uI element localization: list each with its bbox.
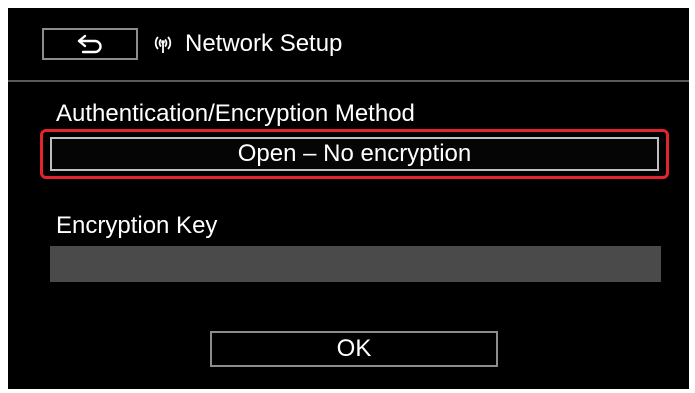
- header-bar: Network Setup: [8, 8, 689, 80]
- page-title: Network Setup: [185, 30, 343, 57]
- encryption-key-field: [50, 246, 661, 282]
- return-arrow-icon: [77, 34, 102, 54]
- header-divider: [8, 80, 689, 82]
- back-button[interactable]: [42, 28, 138, 60]
- ok-button-label: OK: [336, 335, 372, 362]
- encryption-key-label: Encryption Key: [56, 212, 218, 239]
- auth-method-field[interactable]: Open – No encryption: [50, 137, 659, 171]
- auth-method-value: Open – No encryption: [237, 140, 472, 167]
- auth-method-label: Authentication/Encryption Method: [56, 100, 415, 127]
- camera-screen: Network Setup Authentication/Encryption …: [8, 8, 689, 389]
- ok-button[interactable]: OK: [210, 331, 498, 367]
- header-title-group: Network Setup: [149, 27, 342, 61]
- wireless-signal-icon: [154, 36, 172, 53]
